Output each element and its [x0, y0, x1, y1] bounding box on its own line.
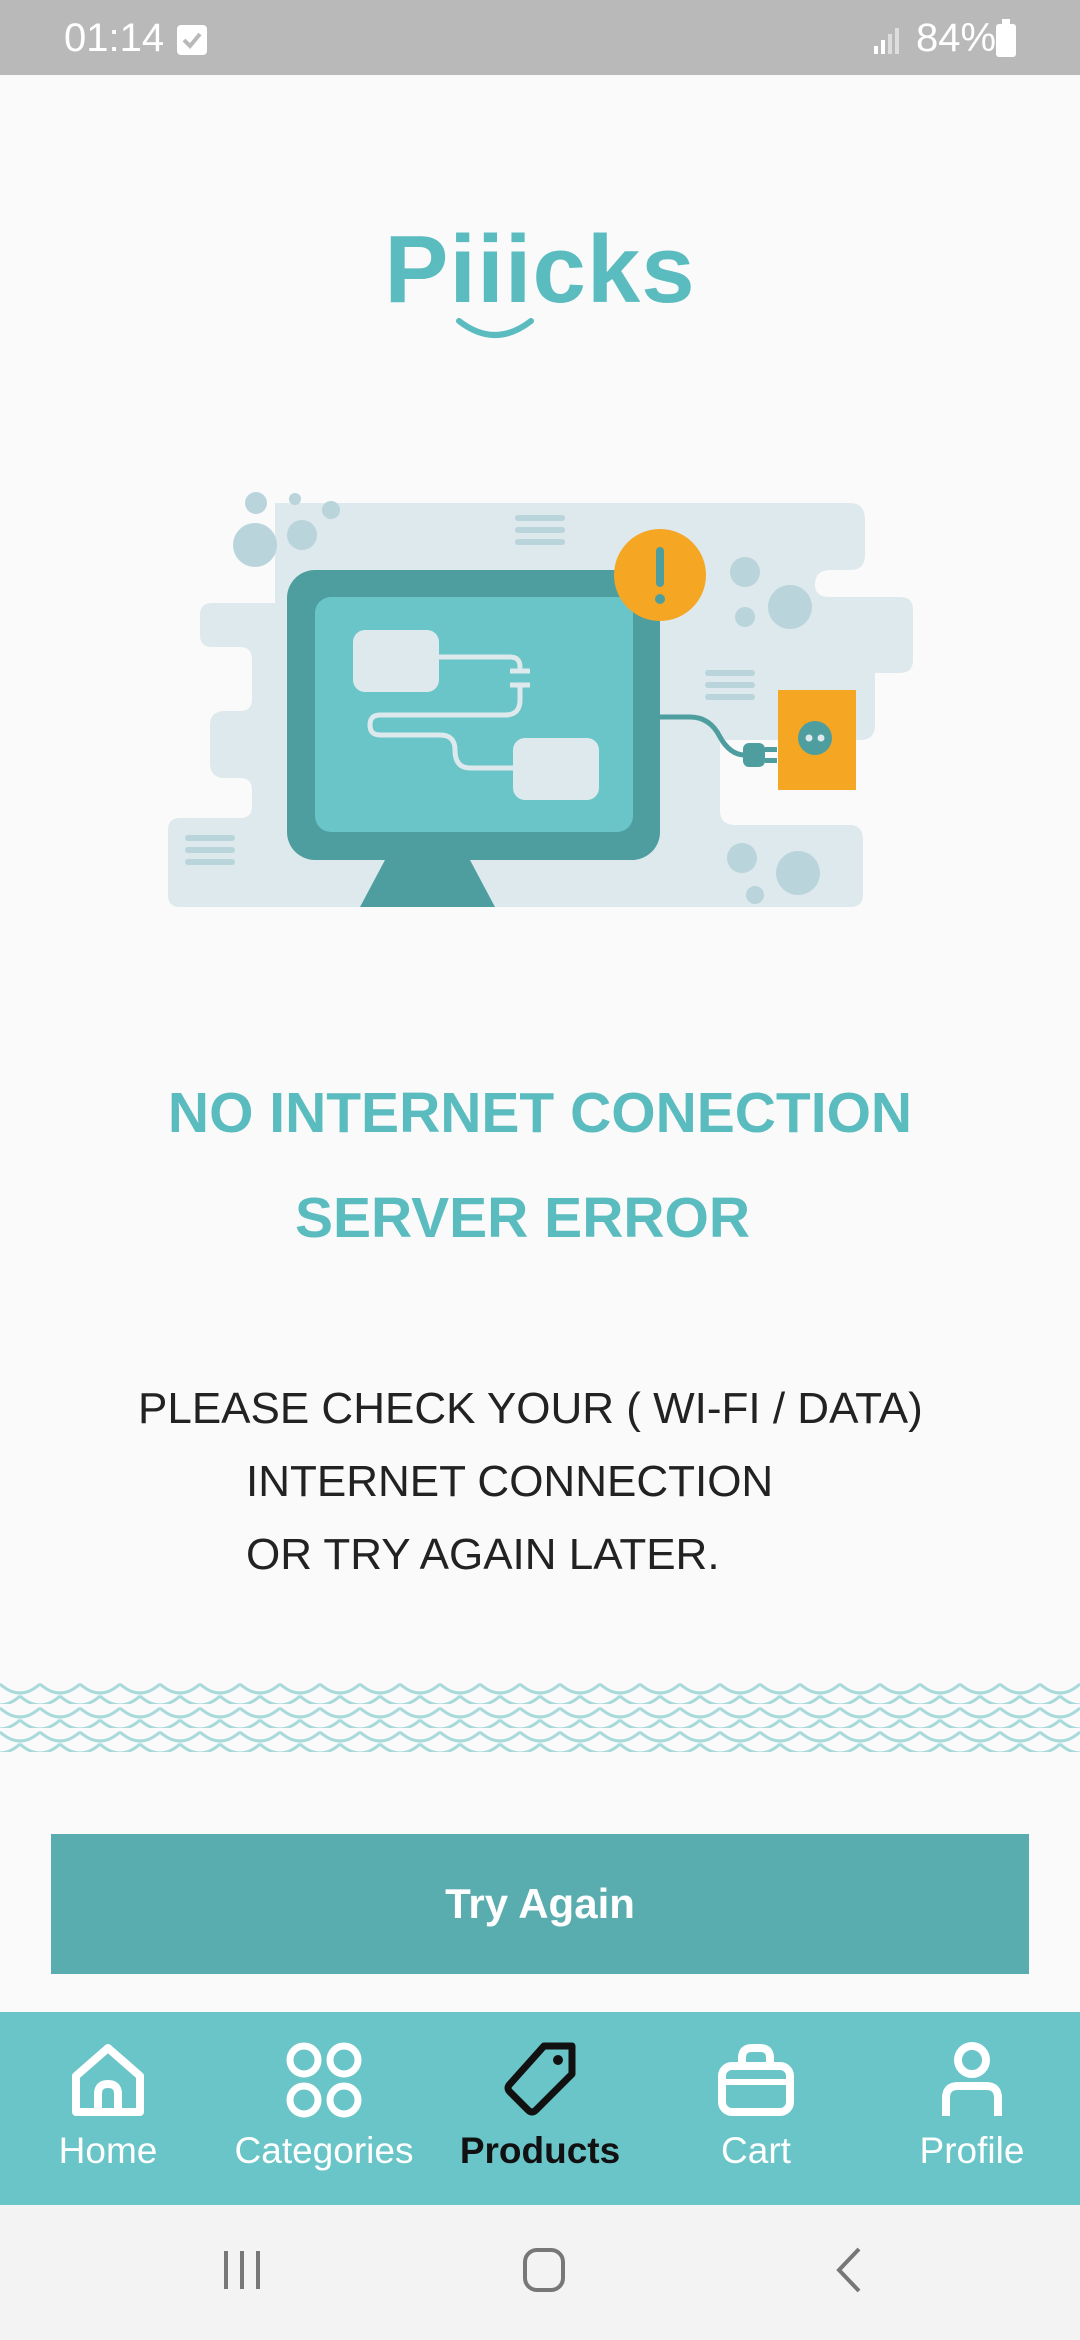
bottom-navigation: Home Categories Products Cart Profile	[0, 2012, 1080, 2205]
checkbox-notification-icon	[177, 25, 207, 55]
status-bar: 01:14 84%	[0, 0, 1080, 75]
nav-item-cart[interactable]: Cart	[648, 2012, 864, 2205]
nav-item-categories[interactable]: Categories	[216, 2012, 432, 2205]
logo-smile-icon	[456, 318, 534, 338]
error-message-line-3: OR TRY AGAIN LATER.	[246, 1530, 720, 1579]
back-icon[interactable]	[825, 2245, 875, 2295]
profile-icon	[942, 2042, 1002, 2116]
nav-label-products: Products	[459, 2130, 621, 2171]
nav-label-home: Home	[58, 2130, 158, 2171]
nav-item-home[interactable]: Home	[0, 2012, 216, 2205]
no-connection-illustration	[168, 492, 913, 907]
error-subtitle: SERVER ERROR	[294, 1186, 751, 1250]
app-logo: Piiicks	[0, 215, 1080, 338]
system-navigation-bar	[0, 2205, 1080, 2340]
shopping-bag-icon	[718, 2044, 794, 2116]
nav-item-profile[interactable]: Profile	[864, 2012, 1080, 2205]
home-icon	[72, 2044, 144, 2116]
status-time: 01:14	[64, 16, 165, 60]
categories-icon	[286, 2042, 362, 2118]
signal-icon	[874, 28, 899, 54]
logo-text: Piiicks	[384, 216, 696, 323]
try-again-button[interactable]: Try Again	[51, 1834, 1029, 1974]
nav-label-categories: Categories	[234, 2130, 414, 2171]
battery-icon	[996, 19, 1016, 57]
error-message-line-2: INTERNET CONNECTION	[246, 1457, 774, 1506]
nav-label-profile: Profile	[919, 2130, 1025, 2171]
decorative-wave-pattern	[0, 1680, 1080, 1752]
error-title: NO INTERNET CONECTION	[167, 1081, 913, 1145]
nav-label-cart: Cart	[721, 2130, 791, 2171]
recent-apps-icon[interactable]	[218, 2245, 268, 2295]
error-message-line-1: PLEASE CHECK YOUR ( WI-FI / DATA)	[138, 1384, 923, 1433]
home-circle-icon[interactable]	[520, 2245, 570, 2295]
battery-percentage: 84%	[916, 16, 997, 60]
nav-item-products[interactable]: Products	[432, 2012, 648, 2205]
tag-icon	[504, 2042, 576, 2116]
